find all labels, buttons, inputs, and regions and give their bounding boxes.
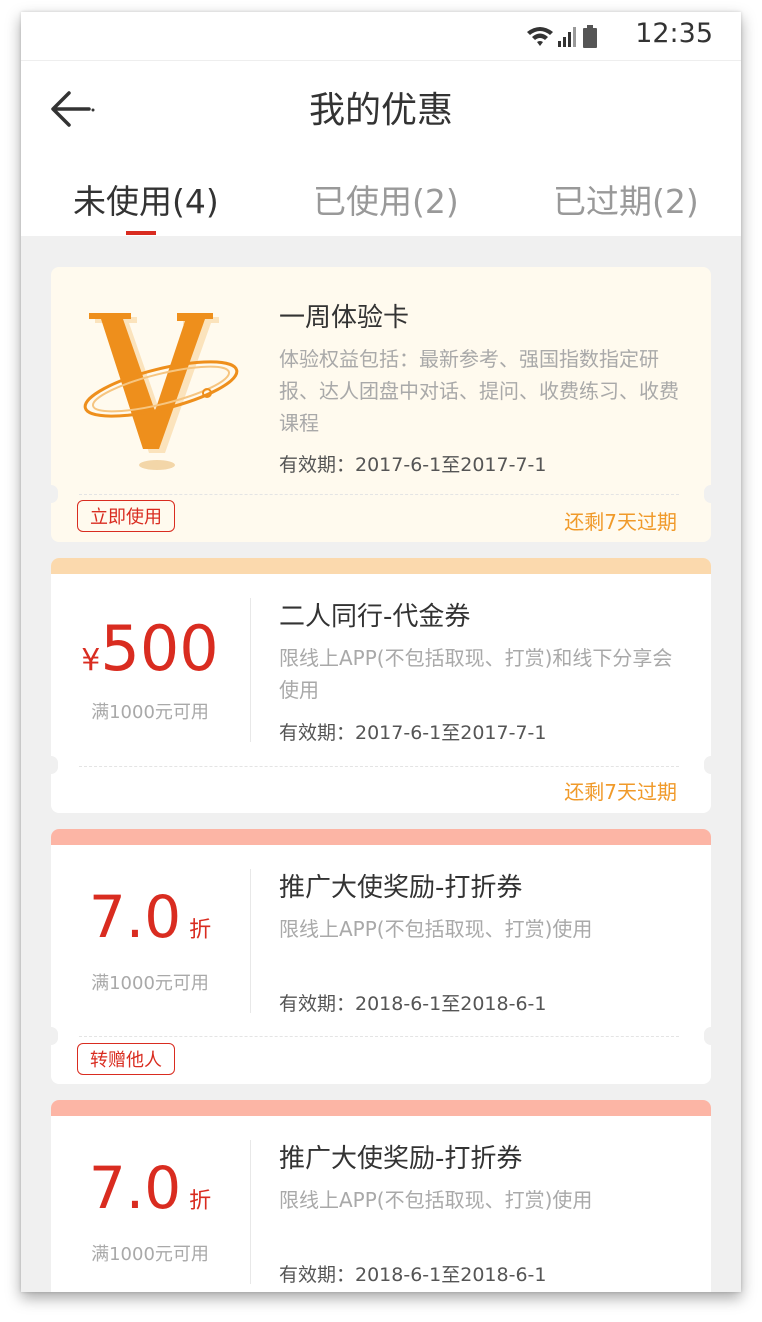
dashed-divider [79,1036,679,1037]
tab-used[interactable]: 已使用(2) [313,175,459,223]
vertical-divider [250,1140,251,1284]
coupon-description: 体验权益包括：最新参考、强国指数指定研报、达人团盘中对话、提问、收费练习、收费课… [279,347,679,435]
coupon-validity: 有效期：2017-6-1至2017-7-1 [279,454,547,476]
tab-unused[interactable]: 未使用(4) [73,175,219,223]
coupon-title: 推广大使奖励-打折券 [279,873,523,903]
expiry-countdown: 还剩7天过期 [564,510,677,534]
expiry-countdown: 还剩7天过期 [564,780,677,804]
status-time: 12:35 [635,18,713,49]
discount-unit: 折 [189,918,212,943]
nav-bar: 我的优惠 [21,61,741,161]
coupon-validity: 有效期：2017-6-1至2017-7-1 [279,722,547,744]
gift-to-others-button[interactable]: 转赠他人 [77,1043,175,1075]
coupon-validity: 有效期：2018-6-1至2018-6-1 [279,1264,547,1286]
coupon-description: 限线上APP(不包括取现、打赏)和线下分享会使用 [279,646,673,702]
coupon-title: 二人同行-代金券 [279,602,471,632]
coupon-description: 限线上APP(不包括取现、打赏)使用 [279,917,593,941]
card-top-strip [51,1100,711,1116]
ticket-notch [704,756,711,774]
ticket-notch [51,485,58,503]
tab-expired[interactable]: 已过期(2) [553,175,699,223]
discount-amount: 7.0 折 [51,1154,249,1222]
coupon-validity: 有效期：2018-6-1至2018-6-1 [279,993,547,1015]
coupon-card-vip-trial[interactable]: 一周体验卡 体验权益包括：最新参考、强国指数指定研报、达人团盘中对话、提问、收费… [51,267,711,542]
dashed-divider [79,766,679,767]
vertical-divider [250,869,251,1013]
discount-value: 7.0 [88,883,182,951]
coupon-card-discount[interactable]: 7.0 折 满1000元可用 推广大使奖励-打折券 限线上APP(不包括取现、打赏… [51,1100,711,1292]
usage-condition: 满1000元可用 [91,973,209,994]
coupon-description: 限线上APP(不包括取现、打赏)使用 [279,1188,593,1212]
discount-value: 7.0 [88,1154,182,1222]
ticket-notch [704,485,711,503]
ticket-notch [51,756,58,774]
coupon-title: 一周体验卡 [279,303,410,333]
usage-condition: 满1000元可用 [91,702,209,723]
discount-unit: 折 [189,1189,212,1214]
tab-bar: 未使用(4) 已使用(2) 已过期(2) [21,161,741,236]
voucher-amount: ¥500 [51,612,249,685]
card-top-strip [51,829,711,845]
page-title: 我的优惠 [308,90,453,131]
vertical-divider [250,598,251,742]
phone-screen: 12:35 我的优惠 未使用(4) 已使用(2) 已过期(2) 一周体验卡 体验… [21,12,741,1292]
vip-logo-icon [83,313,239,470]
use-now-button[interactable]: 立即使用 [77,500,175,532]
amount-value: 500 [100,612,219,685]
currency-symbol: ¥ [81,643,101,678]
status-icons [527,25,597,48]
active-tab-indicator [126,231,156,235]
wifi-icon [527,27,553,46]
battery-icon [583,25,597,48]
signal-icon [558,27,576,47]
coupon-card-discount[interactable]: 7.0 折 满1000元可用 推广大使奖励-打折券 限线上APP(不包括取现、打赏… [51,829,711,1084]
card-top-strip [51,558,711,574]
coupon-card-voucher[interactable]: ¥500 满1000元可用 二人同行-代金券 限线上APP(不包括取现、打赏)和… [51,558,711,813]
usage-condition: 满1000元可用 [91,1244,209,1265]
ticket-notch [51,1027,58,1045]
dashed-divider [79,494,679,495]
discount-amount: 7.0 折 [51,883,249,951]
ticket-notch [704,1027,711,1045]
coupon-title: 推广大使奖励-打折券 [279,1144,523,1174]
status-bar: 12:35 [21,12,741,61]
